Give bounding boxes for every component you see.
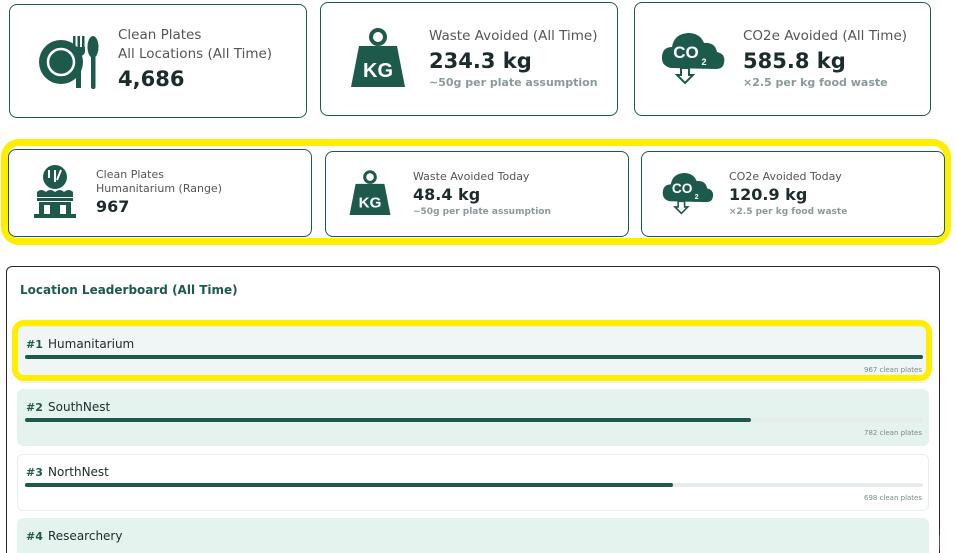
leaderboard-title: Location Leaderboard (All Time) [20, 283, 238, 297]
co2-avoided-today-card: CO 2 CO2e Avoided Today 120.9 kg ×2.5 pe… [641, 151, 945, 237]
progress-track [25, 483, 923, 487]
row-rank: #4 [26, 530, 43, 543]
kg-weight-icon: KG [351, 28, 405, 87]
card-label: CO2e Avoided Today [729, 170, 842, 183]
row-rank: #2 [26, 401, 43, 414]
card-label: Waste Avoided (All Time) [429, 28, 598, 44]
leaderboard-row[interactable]: #4 Researchery [17, 518, 929, 553]
co2-cloud-icon: CO 2 [661, 33, 725, 85]
clean-plates-location-card: Clean Plates Humanitarium (Range) 967 [8, 149, 312, 237]
progress-fill [25, 418, 752, 422]
svg-text:CO: CO [672, 181, 693, 196]
card-note: ~50g per plate assumption [429, 76, 598, 89]
svg-text:KG: KG [363, 60, 393, 82]
card-value: 120.9 kg [729, 185, 808, 204]
row-name: NorthNest [48, 465, 109, 479]
card-value: 48.4 kg [413, 185, 481, 204]
progress-fill [25, 483, 674, 487]
clean-plates-all-card: Clean Plates All Locations (All Time) 4,… [9, 4, 307, 118]
card-note: ×2.5 per kg food waste [729, 207, 848, 217]
card-value: 234.3 kg [429, 49, 532, 73]
waste-avoided-all-card: KG Waste Avoided (All Time) 234.3 kg ~50… [320, 2, 618, 116]
card-sublabel: All Locations (All Time) [118, 46, 273, 62]
row-name: Researchery [48, 529, 123, 543]
row-name: SouthNest [48, 400, 111, 414]
co2-cloud-icon: CO 2 [662, 173, 714, 215]
card-label: Clean Plates [118, 27, 202, 43]
leaderboard-row[interactable]: #2 SouthNest 782 clean plates [17, 389, 929, 446]
card-value: 967 [96, 197, 130, 216]
card-value: 4,686 [118, 67, 185, 91]
plate-cutlery-icon [39, 36, 99, 89]
card-note: ~50g per plate assumption [413, 207, 551, 217]
svg-text:2: 2 [701, 57, 706, 67]
progress-track [25, 418, 923, 422]
card-sublabel: Humanitarium (Range) [96, 182, 222, 195]
text-cursor [939, 535, 940, 550]
highlight-row-frame [12, 320, 932, 381]
card-label: Waste Avoided Today [413, 170, 530, 183]
card-label: CO2e Avoided (All Time) [743, 28, 908, 44]
svg-text:2: 2 [695, 192, 699, 201]
card-note: ×2.5 per kg food waste [743, 76, 888, 89]
co2-avoided-all-card: CO 2 CO2e Avoided (All Time) 585.8 kg ×2… [634, 2, 931, 116]
location-leaderboard: Location Leaderboard (All Time) #1 Human… [6, 266, 940, 553]
svg-text:CO: CO [673, 43, 699, 62]
row-rank: #3 [26, 466, 43, 479]
row-count: 698 clean plates [863, 494, 922, 502]
kg-weight-icon: KG [349, 170, 391, 215]
svg-text:KG: KG [359, 194, 382, 211]
leaderboard-row[interactable]: #3 NorthNest 698 clean plates [17, 454, 929, 511]
card-value: 585.8 kg [743, 49, 846, 73]
restaurant-building-icon [34, 165, 76, 218]
row-count: 782 clean plates [863, 429, 922, 437]
card-label: Clean Plates [96, 168, 164, 181]
waste-avoided-today-card: KG Waste Avoided Today 48.4 kg ~50g per … [325, 151, 629, 237]
